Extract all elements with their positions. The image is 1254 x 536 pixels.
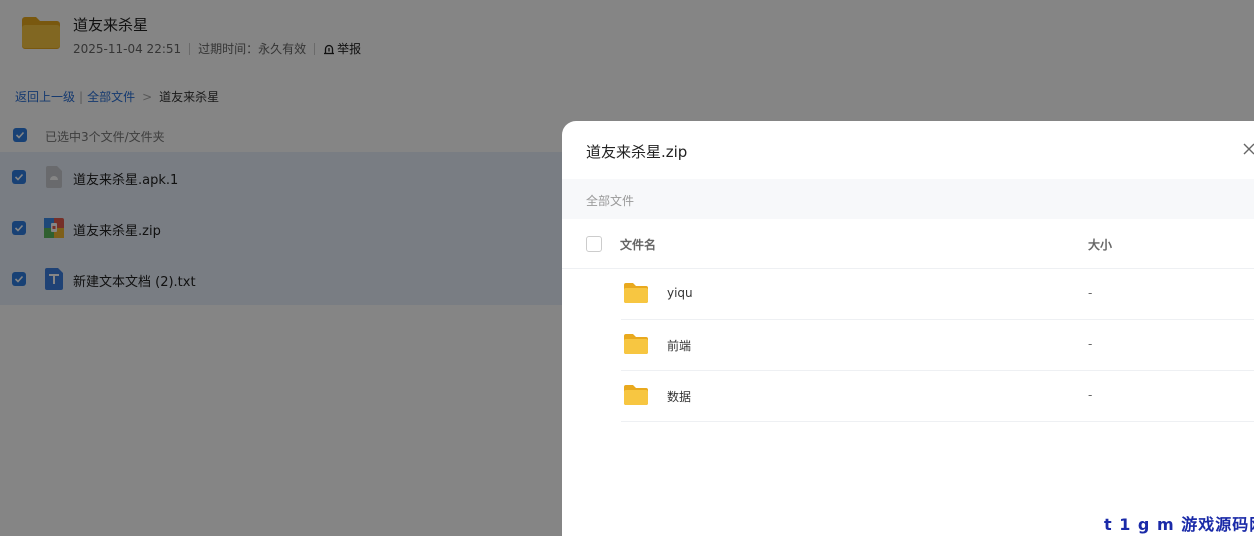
zip-preview-dialog: 道友来杀星.zip 全部文件 文件名 大小 yiqu - 前端 - 数据 - xyxy=(562,121,1254,536)
table-header: 文件名 大小 xyxy=(562,219,1254,269)
dialog-title: 道友来杀星.zip xyxy=(586,143,688,161)
table-row[interactable]: 前端 - xyxy=(621,320,1254,371)
table-row[interactable]: yiqu - xyxy=(621,269,1254,320)
dialog-path[interactable]: 全部文件 xyxy=(586,192,634,209)
select-all-checkbox[interactable] xyxy=(586,236,602,252)
dialog-path-bar: 全部文件 xyxy=(562,179,1254,219)
close-icon[interactable] xyxy=(1242,142,1254,156)
row-size: - xyxy=(1088,286,1093,300)
column-header-name[interactable]: 文件名 xyxy=(620,236,656,253)
folder-icon xyxy=(624,334,648,354)
row-size: - xyxy=(1088,388,1093,402)
watermark: t 1 g m 游戏源码网 xyxy=(1104,515,1254,534)
row-size: - xyxy=(1088,337,1093,351)
table-row[interactable]: 数据 - xyxy=(621,371,1254,422)
column-header-size[interactable]: 大小 xyxy=(1088,236,1112,253)
folder-icon xyxy=(624,385,648,405)
row-name[interactable]: yiqu xyxy=(667,286,693,300)
row-name[interactable]: 数据 xyxy=(667,388,691,405)
row-name[interactable]: 前端 xyxy=(667,337,691,354)
folder-icon xyxy=(624,283,648,303)
